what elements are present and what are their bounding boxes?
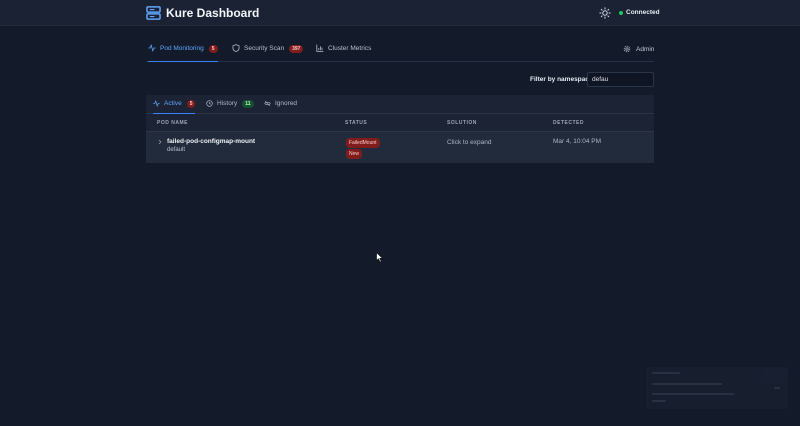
pod-monitoring-panel: Active 5 History 11 Ignored POD NAME STA…: [146, 95, 654, 163]
clock-icon: [206, 100, 213, 107]
activity-icon: [153, 100, 160, 107]
tab-security-scan[interactable]: Security Scan 397: [232, 44, 304, 62]
status-dot: [619, 10, 623, 15]
tab-cluster-metrics[interactable]: Cluster Metrics: [316, 44, 372, 62]
sun-icon[interactable]: [599, 7, 611, 19]
tab-ignored[interactable]: Ignored: [264, 100, 297, 114]
notification-toast: [646, 367, 788, 409]
tab-label: History: [217, 100, 238, 107]
top-bar: Kure Dashboard Connected: [0, 0, 800, 26]
column-header: STATUS: [345, 120, 368, 126]
tab-label: Ignored: [275, 100, 298, 107]
detected-time: Mar 4, 10:04 PM: [553, 138, 602, 145]
admin-button[interactable]: Admin: [623, 45, 654, 53]
status-badge: New: [346, 149, 363, 159]
count-badge: 397: [289, 44, 304, 53]
table-row[interactable]: failed-pod-configmap-mount default Faile…: [146, 131, 654, 163]
shield-icon: [232, 44, 240, 52]
admin-label: Admin: [636, 45, 655, 53]
tab-label: Security Scan: [244, 45, 285, 52]
tab-history[interactable]: History 11: [206, 99, 254, 114]
connection-label: Connected: [626, 9, 660, 16]
sub-tabs: Active 5 History 11 Ignored: [146, 95, 654, 114]
column-header: SOLUTION: [447, 120, 477, 126]
count-badge: 5: [208, 44, 218, 53]
filter-label: Filter by namespace:: [530, 76, 595, 83]
count-badge: 11: [242, 99, 254, 108]
activity-icon: [148, 44, 156, 52]
tab-label: Active: [164, 100, 182, 107]
bar-chart-icon: [316, 44, 324, 52]
chevron-right-icon[interactable]: [157, 139, 163, 145]
server-stack-icon: [146, 6, 161, 20]
count-badge: 5: [186, 99, 196, 108]
tab-label: Cluster Metrics: [328, 45, 372, 52]
table-header: POD NAME STATUS SOLUTION DETECTED: [146, 115, 654, 131]
pod-namespace: default: [167, 147, 186, 153]
app-title: Kure Dashboard: [166, 6, 260, 20]
column-header: POD NAME: [157, 120, 188, 126]
pod-name: failed-pod-configmap-mount: [167, 138, 256, 145]
mouse-cursor-icon: [376, 252, 384, 263]
main-tabs: Pod Monitoring 5 Security Scan 397 Clust…: [146, 40, 654, 62]
namespace-filter-input[interactable]: [587, 72, 654, 87]
status-badge: FailedMount: [346, 138, 380, 148]
eye-off-icon: [264, 100, 271, 107]
connection-status: Connected: [619, 9, 660, 16]
tab-active[interactable]: Active 5: [153, 99, 196, 114]
tab-label: Pod Monitoring: [160, 45, 204, 52]
column-header: DETECTED: [553, 120, 584, 126]
tab-pod-monitoring[interactable]: Pod Monitoring 5: [148, 44, 218, 62]
gear-icon: [623, 45, 631, 53]
solution-expand[interactable]: Click to expand: [447, 139, 491, 146]
